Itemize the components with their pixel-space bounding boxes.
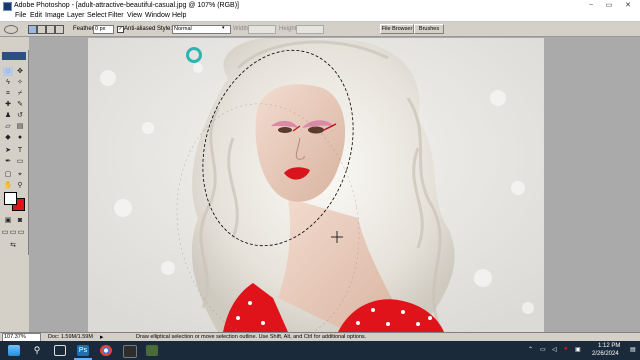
path-select-icon[interactable]: ➤ xyxy=(3,146,13,155)
menu-image[interactable]: Image xyxy=(45,11,64,21)
menu-view[interactable]: View xyxy=(127,11,142,21)
zoom-tool-icon[interactable]: ⚲ xyxy=(15,181,25,190)
eyedropper-tool-icon[interactable]: ⌖ xyxy=(15,170,25,179)
tray-chevron-icon[interactable]: ⌃ xyxy=(528,346,533,353)
dodge-tool-icon[interactable]: ● xyxy=(15,133,25,142)
shape-tool-icon[interactable]: ▭ xyxy=(15,157,25,166)
new-selection-icon[interactable] xyxy=(28,25,37,34)
subtract-selection-icon[interactable] xyxy=(46,25,55,34)
standard-mode-icon[interactable]: ▣ xyxy=(3,216,13,225)
taskbar: ⚲ Ps ⌃ ▭ ◁ ● ▣ 1:12 PM 2/26/2024 ▤ xyxy=(0,341,640,360)
menu-window[interactable]: Window xyxy=(145,11,170,21)
height-input[interactable] xyxy=(296,25,324,34)
menu-bar: File Edit Image Layer Select Filter View… xyxy=(0,11,640,22)
gradient-tool-icon[interactable]: ▤ xyxy=(15,122,25,131)
volume-icon[interactable]: ◁ xyxy=(552,346,557,353)
width-input[interactable] xyxy=(248,25,276,34)
menu-layer[interactable]: Layer xyxy=(67,11,85,21)
eraser-tool-icon[interactable]: ▱ xyxy=(3,122,13,131)
notes-tool-icon[interactable]: ▢ xyxy=(3,170,13,179)
photoshop-taskbar-icon[interactable]: Ps xyxy=(77,345,89,356)
task-view-icon[interactable] xyxy=(54,345,66,356)
toolbox: ◌ ✥ ϟ ✧ ⌗ ⌿ ✚ ✎ ♟ ↺ ▱ ▤ ◆ ● ➤ T ✒ ▭ ▢ ⌖ … xyxy=(0,50,29,255)
chrome-icon[interactable] xyxy=(100,345,112,356)
jump-to-imageready-icon[interactable]: ⇆ xyxy=(8,241,18,250)
close-button[interactable]: ✕ xyxy=(619,0,637,11)
notification-icon[interactable]: ▤ xyxy=(630,346,636,353)
record-icon[interactable]: ● xyxy=(564,346,568,352)
photo-image xyxy=(88,38,544,332)
type-tool-icon[interactable]: T xyxy=(15,146,25,155)
restore-button[interactable]: ▭ xyxy=(600,0,618,11)
antialiased-checkbox[interactable]: ✓ xyxy=(117,26,124,33)
magic-wand-tool-icon[interactable]: ✧ xyxy=(15,78,25,87)
start-icon[interactable] xyxy=(8,345,20,356)
screen-mode-standard-icon[interactable]: ▭ xyxy=(1,228,9,237)
tab-brushes[interactable]: Brushes xyxy=(414,24,444,34)
media-icon[interactable] xyxy=(123,345,137,358)
slice-tool-icon[interactable]: ⌿ xyxy=(15,89,25,98)
screen-mode-full-icon[interactable]: ▭ xyxy=(17,228,25,237)
chevron-down-icon: ▾ xyxy=(222,25,225,31)
add-selection-icon[interactable] xyxy=(37,25,46,34)
tab-file-browser[interactable]: File Browser xyxy=(380,24,414,34)
options-bar: Feather: 0 px ✓ Anti-aliased Style: Norm… xyxy=(0,22,640,37)
cursor-highlight-icon xyxy=(186,47,202,63)
marquee-tool-icon[interactable]: ◌ xyxy=(3,67,13,76)
hand-tool-icon[interactable]: ✋ xyxy=(3,181,13,190)
menu-help[interactable]: Help xyxy=(172,11,186,21)
camera-icon[interactable]: ▣ xyxy=(575,346,581,353)
menu-filter[interactable]: Filter xyxy=(108,11,124,21)
document-canvas[interactable] xyxy=(88,38,544,332)
intersect-selection-icon[interactable] xyxy=(55,25,64,34)
window-title: Adobe Photoshop - [adult-attractive-beau… xyxy=(14,2,240,9)
menu-edit[interactable]: Edit xyxy=(30,11,42,21)
history-brush-icon[interactable]: ↺ xyxy=(15,111,25,120)
clone-stamp-icon[interactable]: ♟ xyxy=(3,111,13,120)
clock-date[interactable]: 2/26/2024 xyxy=(592,351,619,357)
menu-file[interactable]: File xyxy=(15,11,26,21)
photoshop-app-icon xyxy=(3,2,12,11)
lasso-tool-icon[interactable]: ϟ xyxy=(3,78,13,87)
pen-tool-icon[interactable]: ✒ xyxy=(3,157,13,166)
adobe-logo-icon[interactable] xyxy=(2,52,26,60)
crop-tool-icon[interactable]: ⌗ xyxy=(3,89,13,98)
search-icon[interactable]: ⚲ xyxy=(31,345,43,356)
menu-select[interactable]: Select xyxy=(87,11,106,21)
feather-input[interactable]: 0 px xyxy=(93,25,114,34)
move-tool-icon[interactable]: ✥ xyxy=(15,67,25,76)
quick-mask-icon[interactable]: ◙ xyxy=(15,216,25,225)
style-label: Style: xyxy=(157,26,173,32)
blur-tool-icon[interactable]: ◆ xyxy=(3,133,13,142)
screen-mode-full-menu-icon[interactable]: ▭ xyxy=(9,228,17,237)
app-icon[interactable] xyxy=(146,345,158,356)
minimize-button[interactable]: − xyxy=(582,0,600,11)
brush-tool-icon[interactable]: ✎ xyxy=(15,100,25,109)
marquee-tool-preset-icon[interactable] xyxy=(4,25,18,34)
foreground-color-swatch[interactable] xyxy=(4,192,17,205)
healing-brush-icon[interactable]: ✚ xyxy=(3,100,13,109)
antialiased-label: Anti-aliased xyxy=(124,26,156,32)
network-icon[interactable]: ▭ xyxy=(540,346,546,353)
clock-time[interactable]: 1:12 PM xyxy=(598,343,620,349)
feather-label: Feather: xyxy=(73,26,96,32)
